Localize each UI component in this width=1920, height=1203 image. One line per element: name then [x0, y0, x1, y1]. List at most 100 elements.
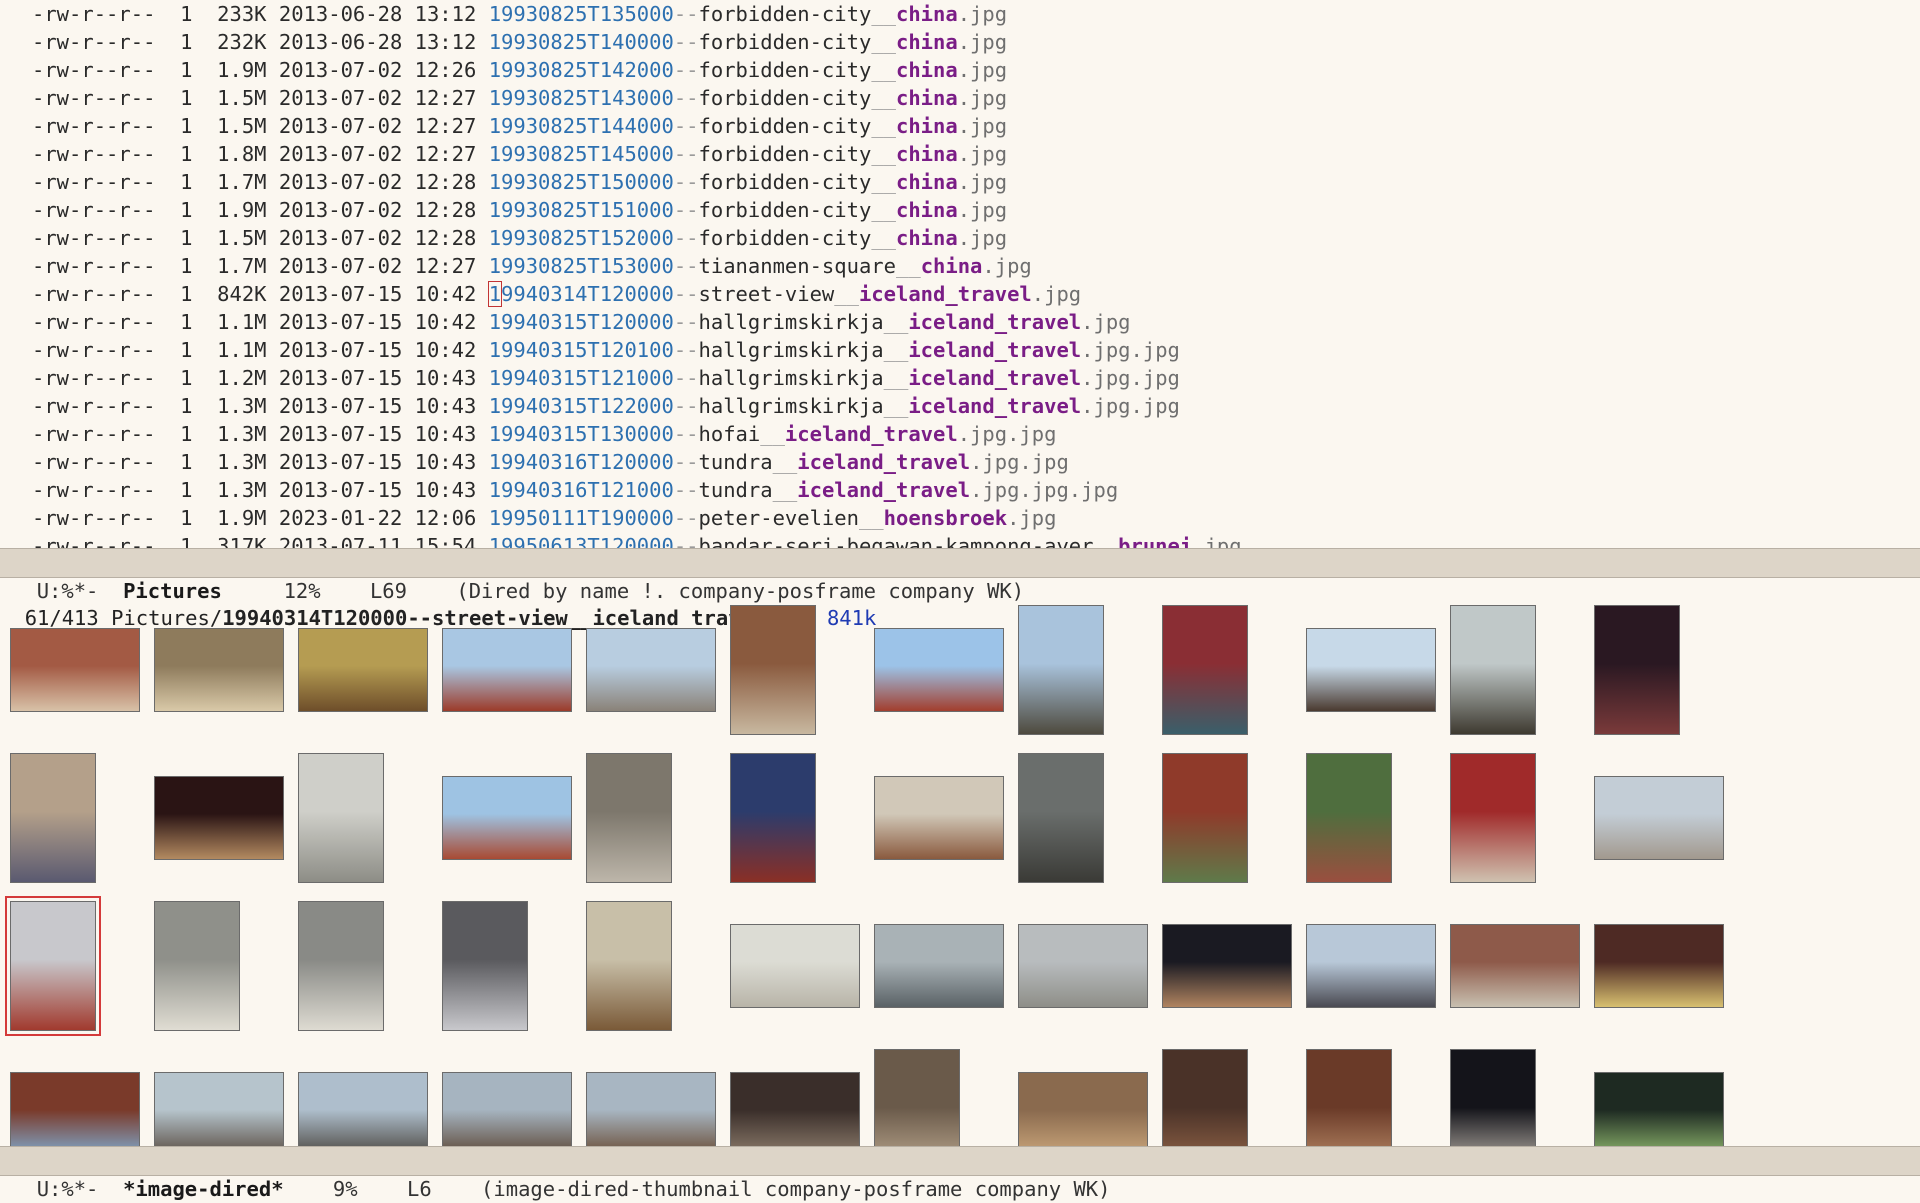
file-date: 2023-01-22 12:06 — [278, 506, 477, 530]
dired-file-line[interactable]: -rw-r--r-- 1 1.7M 2013-07-02 12:28 19930… — [0, 168, 1920, 196]
file-extension: .jpg — [957, 86, 1008, 110]
separator: -- — [673, 338, 699, 362]
file-date: 2013-07-15 10:42 — [278, 338, 477, 362]
dired-file-line[interactable]: -rw-r--r-- 1 1.8M 2013-07-02 12:27 19930… — [0, 140, 1920, 168]
image-thumbnail[interactable] — [1162, 753, 1248, 883]
image-thumbnail[interactable] — [1306, 924, 1436, 1008]
image-thumbnail[interactable] — [1594, 776, 1724, 860]
separator: -- — [673, 450, 699, 474]
image-thumbnail[interactable] — [1018, 753, 1104, 883]
image-thumbnail[interactable] — [874, 776, 1004, 860]
image-thumbnail[interactable] — [1018, 1072, 1148, 1146]
image-thumbnail[interactable] — [586, 628, 716, 712]
image-thumbnail[interactable] — [1594, 1072, 1724, 1146]
dired-file-line[interactable]: -rw-r--r-- 1 1.9M 2013-07-02 12:28 19930… — [0, 196, 1920, 224]
image-thumbnail[interactable] — [298, 1072, 428, 1146]
file-title: bandar-seri-begawan-kampong-ayer — [698, 534, 1094, 548]
image-thumbnail[interactable] — [442, 776, 572, 860]
dired-file-line[interactable]: -rw-r--r-- 1 1.1M 2013-07-15 10:42 19940… — [0, 308, 1920, 336]
file-identifier: 19940315T120000 — [488, 310, 674, 334]
image-thumbnail[interactable] — [874, 924, 1004, 1008]
dired-file-line[interactable]: -rw-r--r-- 1 1.3M 2013-07-15 10:43 19940… — [0, 448, 1920, 476]
separator: -- — [673, 282, 699, 306]
file-identifier: 19930825T150000 — [488, 170, 674, 194]
image-thumbnail[interactable] — [1450, 605, 1536, 735]
modeline-status: U:%*- — [36, 1177, 99, 1201]
modeline-buffer-name[interactable]: *image-dired* — [123, 1177, 283, 1201]
file-title: forbidden-city — [698, 170, 872, 194]
image-thumbnail[interactable] — [10, 1072, 140, 1146]
image-thumbnail[interactable] — [586, 1072, 716, 1146]
dired-file-line[interactable]: -rw-r--r-- 1 1.3M 2013-07-15 10:43 19940… — [0, 420, 1920, 448]
image-thumbnail[interactable] — [1162, 1049, 1248, 1146]
image-thumbnail[interactable] — [1162, 605, 1248, 735]
dired-file-line[interactable]: -rw-r--r-- 1 1.5M 2013-07-02 12:27 19930… — [0, 84, 1920, 112]
image-thumbnail[interactable] — [5, 896, 101, 1036]
dired-file-line[interactable]: -rw-r--r-- 1 1.5M 2013-07-02 12:28 19930… — [0, 224, 1920, 252]
separator: __ — [772, 450, 798, 474]
image-dired-thumbnails[interactable] — [0, 600, 1920, 1146]
image-thumbnail[interactable] — [1306, 1049, 1392, 1146]
image-thumbnail[interactable] — [154, 901, 240, 1031]
file-date: 2013-06-28 13:12 — [278, 30, 477, 54]
image-thumbnail[interactable] — [442, 901, 528, 1031]
image-thumbnail[interactable] — [1450, 924, 1580, 1008]
image-thumbnail[interactable] — [586, 901, 672, 1031]
dired-file-line[interactable]: -rw-r--r-- 1 1.5M 2013-07-02 12:27 19930… — [0, 112, 1920, 140]
separator: __ — [834, 282, 859, 306]
image-thumbnail[interactable] — [154, 776, 284, 860]
dired-file-line[interactable]: -rw-r--r-- 1 232K 2013-06-28 13:12 19930… — [0, 28, 1920, 56]
image-thumbnail[interactable] — [730, 753, 816, 883]
image-thumbnail[interactable] — [1450, 1049, 1536, 1146]
file-permissions: -rw-r--r-- — [32, 310, 156, 334]
image-thumbnail[interactable] — [1594, 605, 1680, 735]
image-thumbnail[interactable] — [874, 1049, 960, 1146]
dired-file-line[interactable]: -rw-r--r-- 1 317K 2013-07-11 15:54 19950… — [0, 532, 1920, 548]
image-thumbnail[interactable] — [10, 753, 96, 883]
image-thumbnail[interactable] — [298, 753, 384, 883]
image-thumbnail[interactable] — [586, 753, 672, 883]
image-thumbnail[interactable] — [1162, 924, 1292, 1008]
file-size: 233K — [217, 2, 267, 26]
image-thumbnail[interactable] — [1594, 924, 1724, 1008]
file-tags: iceland_travel — [858, 282, 1032, 306]
dired-file-line[interactable]: -rw-r--r-- 1 842K 2013-07-15 10:42 19940… — [0, 280, 1920, 308]
image-thumbnail[interactable] — [1306, 753, 1392, 883]
image-thumbnail[interactable] — [154, 1072, 284, 1146]
file-extension: .jpg.jpg.jpg — [970, 478, 1119, 502]
dired-file-line[interactable]: -rw-r--r-- 1 1.2M 2013-07-15 10:43 19940… — [0, 364, 1920, 392]
dired-file-line[interactable]: -rw-r--r-- 1 1.3M 2013-07-15 10:43 19940… — [0, 392, 1920, 420]
file-extension: .jpg — [957, 226, 1008, 250]
file-title: tundra — [698, 450, 773, 474]
dired-file-line[interactable]: -rw-r--r-- 1 1.7M 2013-07-02 12:27 19930… — [0, 252, 1920, 280]
image-thumbnail[interactable] — [874, 628, 1004, 712]
image-thumbnail[interactable] — [1306, 628, 1436, 712]
dired-file-line[interactable]: -rw-r--r-- 1 233K 2013-06-28 13:12 19930… — [0, 0, 1920, 28]
file-date: 2013-07-02 12:27 — [278, 114, 477, 138]
separator: -- — [673, 58, 699, 82]
image-thumbnail[interactable] — [730, 924, 860, 1008]
point-cursor: 1 — [487, 281, 503, 307]
file-links: 1 — [180, 534, 193, 548]
file-date: 2013-06-28 13:12 — [278, 2, 477, 26]
image-thumbnail[interactable] — [154, 628, 284, 712]
image-thumbnail[interactable] — [1018, 605, 1104, 735]
dired-file-line[interactable]: -rw-r--r-- 1 1.1M 2013-07-15 10:42 19940… — [0, 336, 1920, 364]
dired-file-line[interactable]: -rw-r--r-- 1 1.9M 2013-07-02 12:26 19930… — [0, 56, 1920, 84]
dired-buffer[interactable]: -rw-r--r-- 1 233K 2013-06-28 13:12 19930… — [0, 0, 1920, 548]
image-thumbnail[interactable] — [1018, 924, 1148, 1008]
dired-file-line[interactable]: -rw-r--r-- 1 1.9M 2023-01-22 12:06 19950… — [0, 504, 1920, 532]
image-thumbnail[interactable] — [10, 628, 140, 712]
image-thumbnail[interactable] — [1450, 753, 1536, 883]
modeline-modes[interactable]: (image-dired-thumbnail company-posframe … — [481, 1177, 1110, 1201]
file-extension: .jpg.jpg — [970, 450, 1069, 474]
image-thumbnail[interactable] — [730, 605, 816, 735]
dired-file-line[interactable]: -rw-r--r-- 1 1.3M 2013-07-15 10:43 19940… — [0, 476, 1920, 504]
file-links: 1 — [180, 198, 193, 222]
file-identifier: 19940316T120000 — [488, 450, 674, 474]
image-thumbnail[interactable] — [442, 628, 572, 712]
image-thumbnail[interactable] — [730, 1072, 860, 1146]
image-thumbnail[interactable] — [298, 628, 428, 712]
image-thumbnail[interactable] — [442, 1072, 572, 1146]
image-thumbnail[interactable] — [298, 901, 384, 1031]
